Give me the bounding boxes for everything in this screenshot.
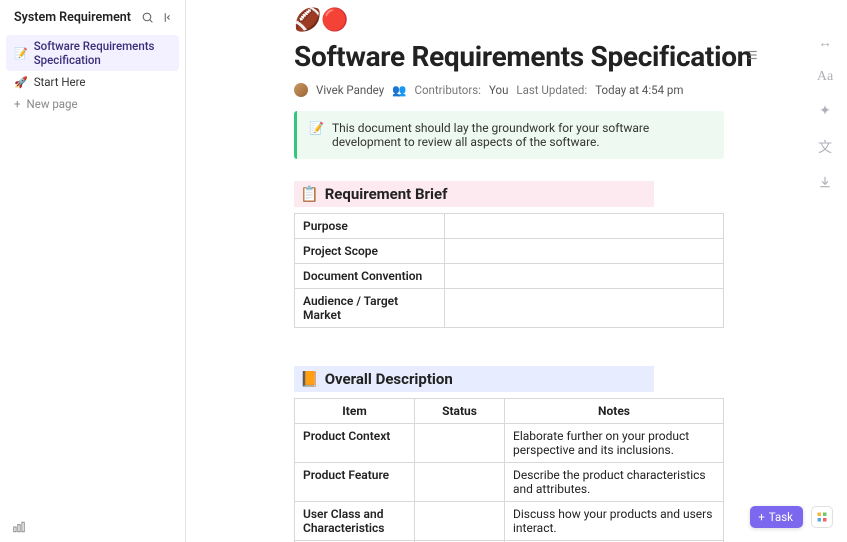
brief-table[interactable]: Purpose Project Scope Document Conventio… [294,213,724,328]
book-icon: 📙 [300,370,319,388]
section-title: Requirement Brief [325,185,448,203]
plus-icon: + [14,97,21,111]
sidebar-item-start-here[interactable]: 🚀 Start Here [6,71,179,93]
section-head-overall[interactable]: 📙 Overall Description [294,366,654,392]
sidebar-item-label: Software Requirements Specification [34,39,171,67]
download-icon[interactable] [818,175,832,189]
sidebar: System Requirement 📝 Software Requiremen… [0,0,186,542]
sidebar-footer [0,512,185,542]
sidebar-item-label: Start Here [34,75,86,89]
toc-icon[interactable] [745,48,759,62]
expand-icon[interactable]: ↔ [818,34,832,51]
people-icon: 👥 [392,83,406,97]
callout-text: This document should lay the groundwork … [332,121,712,149]
right-rail: ↔ Aa ✦ 文 [811,34,839,189]
document-main: 🏈🔴 Software Requirements Specification V… [186,0,847,542]
page-title[interactable]: Software Requirements Specification [294,40,847,73]
grid-icon [816,511,828,523]
new-page-button[interactable]: + New page [6,93,179,115]
sidebar-header: System Requirement [0,6,185,31]
workspace-title: System Requirement [14,10,131,25]
updated-value: Today at 4:54 pm [595,83,683,97]
doc-emoji[interactable]: 🏈🔴 [294,10,847,32]
table-header-row: Item Status Notes [295,399,724,424]
callout-block[interactable]: 📝 This document should lay the groundwor… [294,111,724,159]
contributors-label: Contributors: [414,83,480,97]
clipboard-icon: 📋 [300,185,319,203]
task-label: Task [769,510,793,524]
section-title: Overall Description [325,370,453,388]
table-row: Product ContextElaborate further on your… [295,424,724,463]
sidebar-list: 📝 Software Requirements Specification 🚀 … [0,31,185,119]
contributors-value[interactable]: You [489,83,508,97]
author-name[interactable]: Vivek Pandey [316,83,384,97]
new-page-label: New page [27,97,78,111]
sidebar-item-srs[interactable]: 📝 Software Requirements Specification [6,35,179,71]
table-row: Product FeatureDescribe the product char… [295,463,724,502]
rocket-icon: 🚀 [14,76,28,89]
callout-emoji: 📝 [309,121,324,149]
font-icon[interactable]: Aa [817,69,833,85]
doc-meta: Vivek Pandey 👥 Contributors: You Last Up… [294,83,847,97]
table-row: User Class and CharacteristicsDiscuss ho… [295,502,724,541]
plus-icon: + [758,510,765,524]
table-row: Project Scope [295,239,724,264]
translate-icon[interactable]: 文 [818,137,832,157]
sparkle-icon[interactable]: ✦ [819,103,831,119]
table-row: Document Convention [295,264,724,289]
overall-table[interactable]: Item Status Notes Product ContextElabora… [294,398,724,542]
table-row: Purpose [295,214,724,239]
search-icon[interactable] [141,11,154,24]
author-avatar[interactable] [294,83,308,97]
stats-icon[interactable] [12,520,173,534]
collapse-icon[interactable] [162,11,175,24]
section-head-brief[interactable]: 📋 Requirement Brief [294,181,654,207]
apps-button[interactable] [811,506,833,528]
updated-label: Last Updated: [516,83,587,97]
table-row: Audience / Target Market [295,289,724,328]
doc-icon: 📝 [14,47,28,60]
task-button[interactable]: + Task [750,506,803,528]
